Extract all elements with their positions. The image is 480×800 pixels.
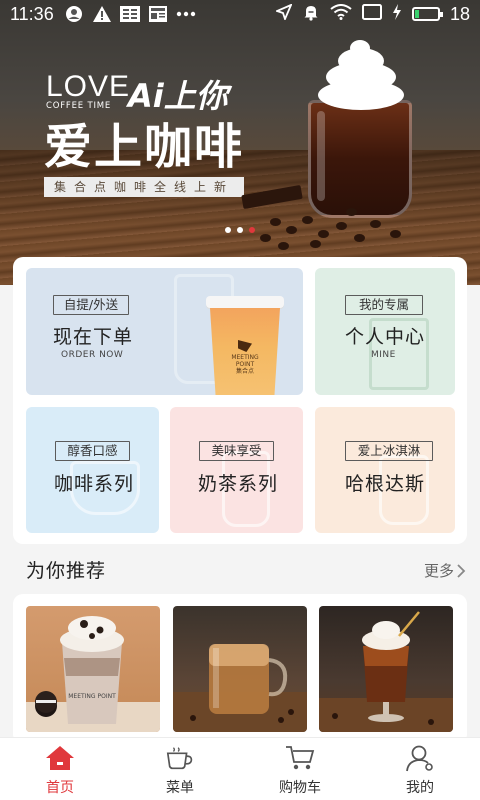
account-circle-icon	[64, 5, 84, 23]
tab-home[interactable]: 首页	[0, 738, 120, 800]
recommend-item-iced-latte[interactable]	[173, 606, 307, 732]
recommend-item-cream-cold-brew[interactable]	[319, 606, 453, 732]
pagination-dot-active[interactable]	[249, 227, 255, 233]
user-profile-icon	[405, 744, 435, 772]
haagen-title: 哈根达斯	[345, 473, 426, 495]
tab-menu-label: 菜单	[166, 780, 194, 796]
battery-icon	[411, 7, 443, 21]
battery-fill	[414, 10, 420, 18]
cup-brand-cn-text: 集合点	[235, 368, 254, 375]
banner-subtitle: 集合点咖啡全线上新	[44, 177, 244, 197]
tea-title: 奶茶系列	[198, 473, 279, 495]
app-screen: LOVE COFFEE TIME Ai上你 爱上咖啡 集合点咖啡全线上新 11:…	[0, 0, 480, 800]
promo-banner[interactable]: LOVE COFFEE TIME Ai上你 爱上咖啡 集合点咖啡全线上新	[0, 0, 480, 285]
coffee-tag: 醇香口感	[55, 441, 130, 461]
banner-coffee-time-text: COFFEE TIME	[46, 101, 112, 111]
more-dots-icon	[176, 5, 196, 23]
order-tag: 自提/外送	[53, 295, 129, 315]
cast-icon	[361, 3, 382, 25]
home-icon	[45, 744, 75, 772]
alarm-muted-icon	[302, 3, 320, 26]
cup-lid	[206, 296, 284, 308]
reader-icon	[119, 5, 140, 23]
recommend-more-link[interactable]: 更多	[424, 560, 466, 581]
cup-brand-logo: MEETING POINT 集合点	[228, 340, 262, 375]
milk-tea-series-tile[interactable]: 美味享受 奶茶系列	[170, 407, 303, 533]
tab-cart[interactable]: 购物车	[240, 738, 360, 800]
shopping-cart-icon	[285, 744, 315, 772]
more-label: 更多	[423, 562, 454, 580]
wifi-icon	[330, 3, 352, 25]
recommend-list: MEETING POINT	[13, 594, 467, 744]
coffee-cup-icon	[165, 744, 195, 772]
fruit-tea-cup-image: MEETING POINT 集合点	[206, 296, 284, 395]
whipped-cream-image	[312, 40, 410, 110]
mine-subtitle: MINE	[371, 350, 396, 360]
iced-latte-glass-photo	[173, 644, 307, 732]
status-right-group: 18	[274, 2, 470, 26]
news-icon	[148, 5, 168, 23]
coffee-series-tile[interactable]: 醇香口感 咖啡系列	[26, 407, 159, 533]
status-time: 11:36	[10, 3, 54, 24]
banner-pagination	[0, 227, 480, 233]
tab-menu[interactable]: 菜单	[120, 738, 240, 800]
banner-love-text: LOVE	[46, 70, 131, 103]
pagination-dot[interactable]	[225, 227, 231, 233]
mine-title: 个人中心	[345, 326, 426, 348]
charging-bolt-icon	[392, 3, 402, 25]
order-now-tile[interactable]: 自提/外送 现在下单 ORDER NOW MEETING POINT 集合点	[26, 268, 303, 395]
tab-home-label: 首页	[46, 780, 74, 796]
location-arrow-icon	[274, 2, 293, 25]
order-subtitle: ORDER NOW	[61, 350, 124, 360]
tab-mine[interactable]: 我的	[360, 738, 480, 800]
warning-icon	[92, 5, 112, 23]
glass-shine	[317, 111, 325, 201]
entry-panel: 自提/外送 现在下单 ORDER NOW MEETING POINT 集合点 我的…	[13, 257, 467, 544]
mine-tag: 我的专属	[345, 295, 423, 315]
personal-center-tile[interactable]: 我的专属 个人中心 MINE	[315, 268, 455, 395]
cream-cold-brew-photo	[319, 611, 453, 732]
tab-mine-label: 我的	[406, 780, 434, 796]
cup-brand-text: MEETING POINT	[231, 354, 259, 368]
status-bar: 11:36 18	[0, 0, 480, 28]
recommend-title: 为你推荐	[26, 560, 107, 582]
coffee-beans-image	[250, 200, 410, 250]
tea-tag: 美味享受	[199, 441, 274, 461]
tab-cart-label: 购物车	[279, 780, 321, 796]
chevron-right-icon	[457, 563, 466, 578]
banner-ai-text: Ai上你	[128, 77, 228, 115]
haagen-dazs-tile[interactable]: 爱上冰淇淋 哈根达斯	[315, 407, 455, 533]
bottom-tab-bar: 首页 菜单 购物车 我的	[0, 737, 480, 800]
pagination-dot[interactable]	[237, 227, 243, 233]
banner-main-title: 爱上咖啡	[44, 119, 245, 175]
coffee-title: 咖啡系列	[54, 473, 135, 495]
order-title: 现在下单	[53, 326, 134, 348]
haagen-tag: 爱上冰淇淋	[345, 441, 433, 461]
recommend-item-oreo-coffee[interactable]: MEETING POINT	[26, 606, 160, 732]
oreo-milk-coffee-photo: MEETING POINT	[26, 616, 160, 732]
battery-level: 18	[449, 3, 470, 24]
oreo-cup-brand-text: MEETING POINT	[68, 693, 116, 700]
